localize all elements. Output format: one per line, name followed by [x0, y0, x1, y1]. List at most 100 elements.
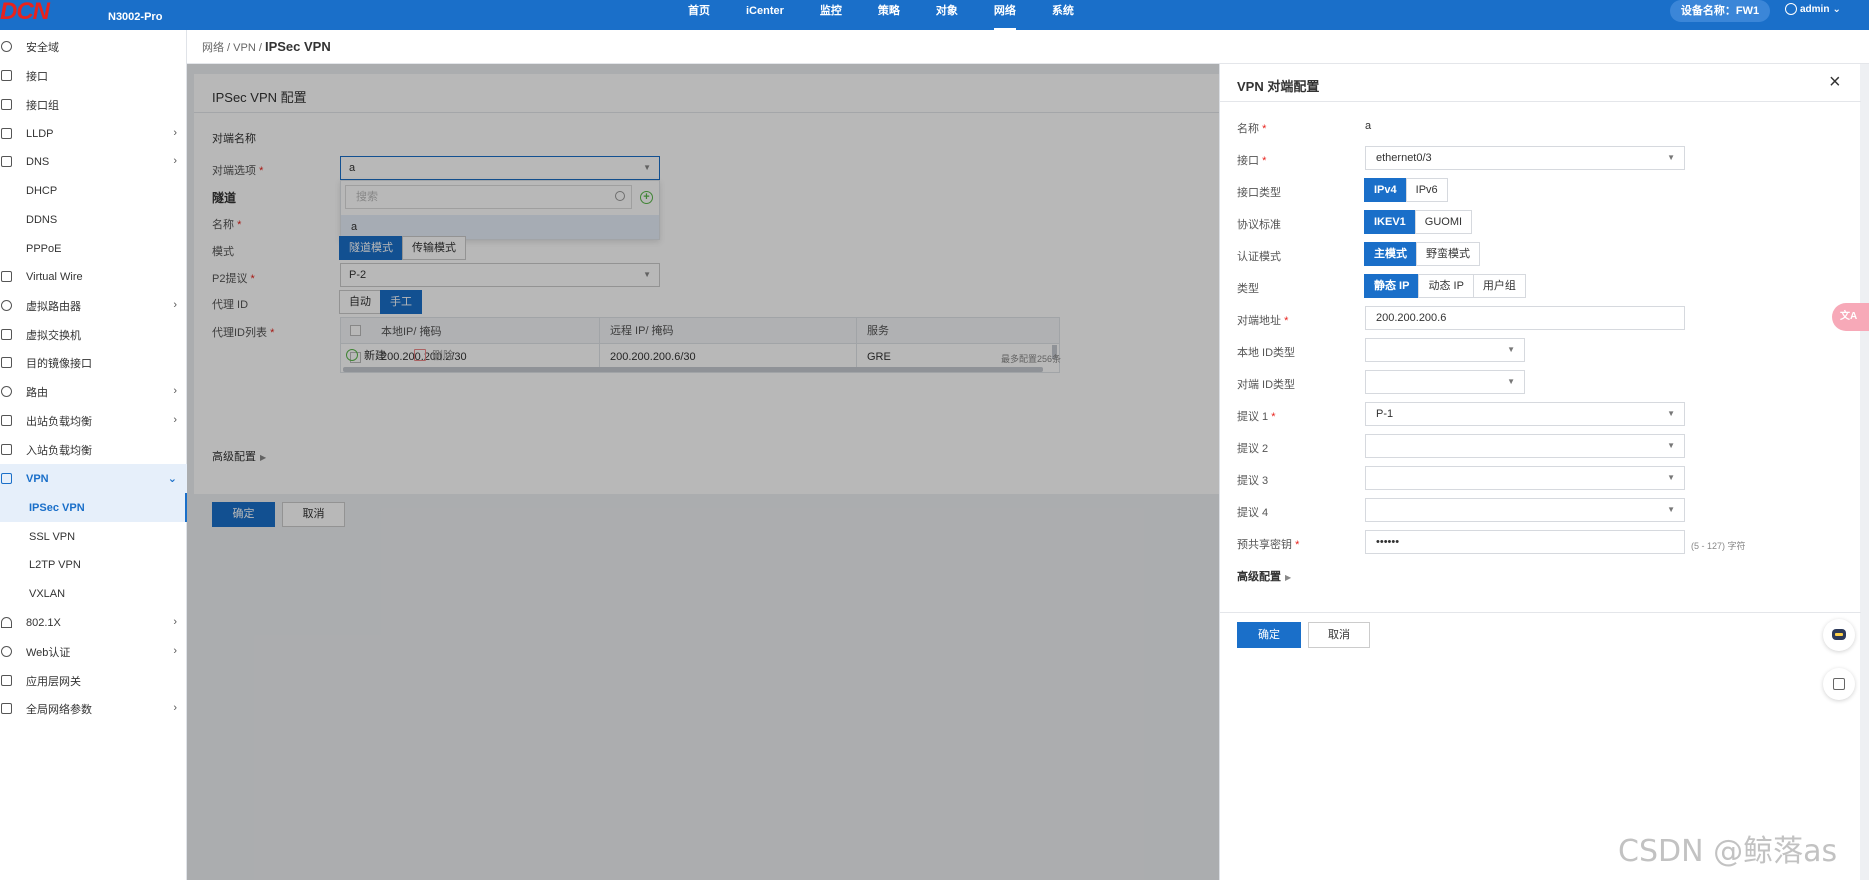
breadcrumb-current: IPSec VPN — [264, 39, 331, 54]
auth-mode-toggle: 主模式 野蛮模式 — [1364, 242, 1480, 266]
sidebar-item-virtual-wire[interactable]: Virtual Wire — [0, 262, 187, 291]
iftype-ipv4-option[interactable]: IPv4 — [1364, 178, 1407, 202]
peer-address-input[interactable]: 200.200.200.6 — [1365, 306, 1685, 330]
name-value: a — [1365, 120, 1372, 132]
assistant-button[interactable] — [1823, 619, 1855, 651]
proposal3-select[interactable]: ▼ — [1365, 466, 1685, 490]
peer-address-label: 对端地址 * — [1237, 315, 1289, 327]
proposal2-select[interactable]: ▼ — [1365, 434, 1685, 458]
type-dynamic-ip-option[interactable]: 动态 IP — [1418, 274, 1474, 298]
nav-system[interactable]: 系统 — [1034, 0, 1092, 30]
interface-label: 接口 * — [1237, 155, 1267, 167]
protocol-ikev1-option[interactable]: IKEV1 — [1364, 210, 1416, 234]
type-static-ip-option[interactable]: 静态 IP — [1364, 274, 1420, 298]
protocol-guomi-option[interactable]: GUOMI — [1414, 210, 1473, 234]
device-model: N3002-Pro — [108, 11, 163, 23]
type-user-group-option[interactable]: 用户组 — [1472, 274, 1526, 298]
sidebar-item-label: DNS — [26, 155, 50, 168]
app-gateway-icon — [1, 675, 12, 686]
sidebar-item-interface[interactable]: 接口 — [0, 61, 187, 90]
chevron-right-icon: › — [173, 414, 177, 426]
divider — [1220, 101, 1861, 102]
sidebar-item-web-auth[interactable]: Web认证 › — [0, 637, 187, 666]
caret-down-icon: ▼ — [1507, 345, 1515, 354]
sidebar-item-label: 入站负载均衡 — [26, 444, 92, 457]
modal-backdrop — [187, 64, 1219, 880]
psk-input[interactable]: •••••• — [1365, 530, 1685, 554]
auth-main-mode-option[interactable]: 主模式 — [1364, 242, 1417, 266]
breadcrumb-path[interactable]: 网络 / VPN / — [202, 42, 265, 54]
type-label: 类型 — [1237, 283, 1259, 295]
sidebar-item-virtual-router[interactable]: 虚拟路由器 › — [0, 291, 187, 320]
caret-right-icon: ▶ — [1285, 573, 1292, 582]
route-icon — [1, 386, 12, 397]
sidebar-item-inbound-lb[interactable]: 入站负载均衡 — [0, 435, 187, 464]
sidebar-item-security-zone[interactable]: 安全域 — [0, 32, 187, 61]
advanced-config-toggle[interactable]: 高级配置 ▶ — [1237, 568, 1291, 584]
sidebar-item-vpn[interactable]: VPN ⌄ — [0, 464, 187, 493]
user-menu[interactable]: admin ⌄ — [1785, 3, 1841, 15]
sidebar-item-dhcp[interactable]: DHCP — [0, 176, 187, 205]
proposal3-label: 提议 3 — [1237, 475, 1269, 487]
proposal1-select[interactable]: P-1 ▼ — [1365, 402, 1685, 426]
ok-button[interactable]: 确定 — [1237, 622, 1301, 648]
sidebar-item-ssl-vpn[interactable]: SSL VPN — [0, 522, 187, 551]
sidebar-item-label: 接口 — [26, 70, 48, 83]
sidebar-item-mirror-interface[interactable]: 目的镜像接口 — [0, 348, 187, 377]
sidebar-item-global-params[interactable]: 全局网络参数 › — [0, 694, 187, 723]
peer-id-type-select[interactable]: ▼ — [1365, 370, 1525, 394]
caret-down-icon: ▼ — [1667, 473, 1675, 482]
sidebar-item-dns[interactable]: DNS › — [0, 147, 187, 176]
sidebar-item-label: L2TP VPN — [29, 558, 81, 571]
sidebar-item-label: 应用层网关 — [26, 675, 81, 688]
top-bar: DCN N3002-Pro 首页 iCenter 监控 策略 对象 网络 系统 … — [0, 0, 1869, 30]
translate-button[interactable]: 文A — [1832, 303, 1869, 331]
proposal4-select[interactable]: ▼ — [1365, 498, 1685, 522]
close-icon[interactable]: × — [1829, 72, 1841, 92]
sidebar-item-label: 802.1X — [26, 616, 61, 629]
sidebar-item-virtual-switch[interactable]: 虚拟交换机 — [0, 320, 187, 349]
cancel-button[interactable]: 取消 — [1308, 622, 1370, 648]
robot-icon — [1832, 629, 1846, 640]
global-params-icon — [1, 703, 12, 714]
nav-object[interactable]: 对象 — [918, 0, 976, 30]
nav-monitor[interactable]: 监控 — [802, 0, 860, 30]
sidebar-item-label: LLDP — [26, 127, 54, 140]
virtual-wire-icon — [1, 271, 12, 282]
iftype-ipv6-option[interactable]: IPv6 — [1405, 178, 1448, 202]
local-id-type-select[interactable]: ▼ — [1365, 338, 1525, 362]
sidebar-item-l2tp-vpn[interactable]: L2TP VPN — [0, 550, 187, 579]
caret-down-icon: ▼ — [1667, 153, 1675, 162]
virtual-router-icon — [1, 300, 12, 311]
sidebar-item-vxlan[interactable]: VXLAN — [0, 579, 187, 608]
auth-mode-label: 认证模式 — [1237, 251, 1281, 263]
proposal1-label: 提议 1 * — [1237, 411, 1276, 423]
nav-home[interactable]: 首页 — [670, 0, 728, 30]
sidebar-item-lldp[interactable]: LLDP › — [0, 119, 187, 148]
sidebar-item-label: SSL VPN — [29, 530, 76, 543]
sidebar-item-8021x[interactable]: 802.1X › — [0, 608, 187, 637]
sidebar-item-interface-group[interactable]: 接口组 — [0, 90, 187, 119]
sidebar-item-ddns[interactable]: DDNS — [0, 205, 187, 234]
interface-type-label: 接口类型 — [1237, 187, 1281, 199]
type-toggle: 静态 IP 动态 IP 用户组 — [1364, 274, 1526, 298]
auth-aggressive-mode-option[interactable]: 野蛮模式 — [1416, 242, 1480, 266]
chevron-right-icon: › — [173, 155, 177, 167]
sidebar-item-outbound-lb[interactable]: 出站负载均衡 › — [0, 406, 187, 435]
sidebar-item-app-gateway[interactable]: 应用层网关 — [0, 666, 187, 695]
nav-icenter[interactable]: iCenter — [728, 0, 802, 30]
nav-policy[interactable]: 策略 — [860, 0, 918, 30]
sidebar-item-pppoe[interactable]: PPPoE — [0, 234, 187, 263]
notes-button[interactable] — [1823, 668, 1855, 700]
sidebar-item-route[interactable]: 路由 › — [0, 377, 187, 406]
proposal4-label: 提议 4 — [1237, 507, 1269, 519]
sidebar-item-ipsec-vpn[interactable]: IPSec VPN — [0, 493, 187, 522]
chevron-right-icon: › — [173, 702, 177, 714]
nav-network[interactable]: 网络 — [976, 0, 1034, 30]
dns-icon — [1, 156, 12, 167]
chevron-down-icon: ⌄ — [167, 473, 177, 485]
mirror-icon — [1, 357, 12, 368]
sidebar-item-label: PPPoE — [26, 242, 62, 255]
interface-select[interactable]: ethernet0/3 ▼ — [1365, 146, 1685, 170]
psk-length-hint: (5 - 127) 字符 — [1691, 541, 1746, 551]
